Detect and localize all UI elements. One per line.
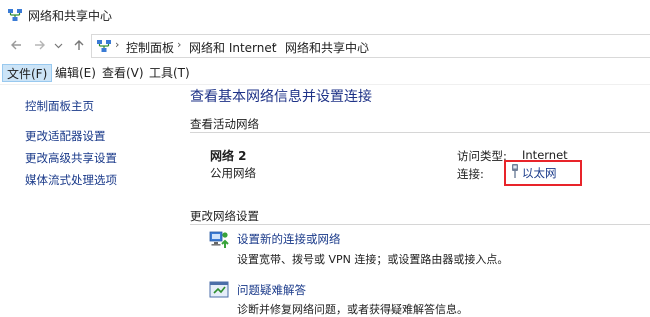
menu-file[interactable]: 文件(F) <box>2 64 53 82</box>
breadcrumb-item[interactable]: 控制面板 <box>126 39 174 56</box>
divider <box>190 224 650 225</box>
troubleshoot-desc: 诊断并修复网络问题，或者获得疑难解答信息。 <box>237 303 468 316</box>
ethernet-connection-link[interactable]: 以太网 <box>522 165 557 181</box>
menu-tools[interactable]: 工具(T) <box>145 64 194 82</box>
chevron-right-icon[interactable]: › <box>115 38 119 51</box>
ethernet-icon <box>512 164 518 178</box>
connection-label: 连接: <box>457 167 484 181</box>
window-title: 网络和共享中心 <box>28 9 113 23</box>
setup-new-connection-desc: 设置宽带、拨号或 VPN 连接；或设置路由器或接入点。 <box>237 253 509 266</box>
chevron-right-icon[interactable]: › <box>177 38 181 51</box>
network-name: 网络 2 <box>210 149 247 163</box>
chevron-right-icon[interactable]: › <box>273 38 277 51</box>
setup-new-connection-link[interactable]: 设置新的连接或网络 <box>237 231 341 247</box>
change-adapter-settings-link[interactable]: 更改适配器设置 <box>25 128 106 144</box>
network-center-icon <box>97 40 111 52</box>
arrow-up-icon <box>74 40 84 50</box>
left-pane: 控制面板主页 更改适配器设置 更改高级共享设置 媒体流式处理选项 <box>0 85 180 317</box>
chevron-right-icon[interactable]: › <box>364 38 368 51</box>
access-type-label: 访问类型: <box>457 149 507 163</box>
change-network-settings-label: 更改网络设置 <box>190 209 259 223</box>
breadcrumb-item[interactable]: 网络和共享中心 <box>285 39 369 56</box>
title-bar: 网络和共享中心 <box>0 0 650 30</box>
chevron-down-icon <box>54 43 62 49</box>
page-title: 查看基本网络信息并设置连接 <box>190 89 372 105</box>
recent-locations-button[interactable] <box>53 38 63 54</box>
breadcrumb-item[interactable]: 网络和 Internet <box>189 39 276 56</box>
media-streaming-options-link[interactable]: 媒体流式处理选项 <box>25 172 117 188</box>
menu-view[interactable]: 查看(V) <box>98 64 148 82</box>
network-center-icon <box>8 9 22 21</box>
network-category-link[interactable]: 公用网络 <box>210 165 256 181</box>
menu-bar: 文件(F) 编辑(E) 查看(V) 工具(T) <box>0 62 650 85</box>
troubleshoot-link[interactable]: 问题疑难解答 <box>237 282 306 298</box>
arrow-left-icon <box>11 40 21 50</box>
divider <box>190 132 650 133</box>
troubleshoot-icon <box>209 281 229 298</box>
address-bar[interactable]: › 控制面板 › 网络和 Internet › 网络和共享中心 › <box>91 34 650 58</box>
active-networks-label: 查看活动网络 <box>190 117 259 131</box>
forward-button[interactable] <box>32 38 48 54</box>
menu-edit[interactable]: 编辑(E) <box>51 64 100 82</box>
back-button[interactable] <box>8 38 24 54</box>
main-content: 查看基本网络信息并设置连接 查看活动网络 网络 2 公用网络 访问类型: Int… <box>180 85 650 317</box>
up-button[interactable] <box>71 38 87 54</box>
new-connection-icon <box>209 231 229 248</box>
control-panel-home-link[interactable]: 控制面板主页 <box>25 98 94 114</box>
navigation-bar: › 控制面板 › 网络和 Internet › 网络和共享中心 › <box>0 30 650 62</box>
arrow-right-icon <box>35 40 45 50</box>
change-advanced-sharing-link[interactable]: 更改高级共享设置 <box>25 150 117 166</box>
